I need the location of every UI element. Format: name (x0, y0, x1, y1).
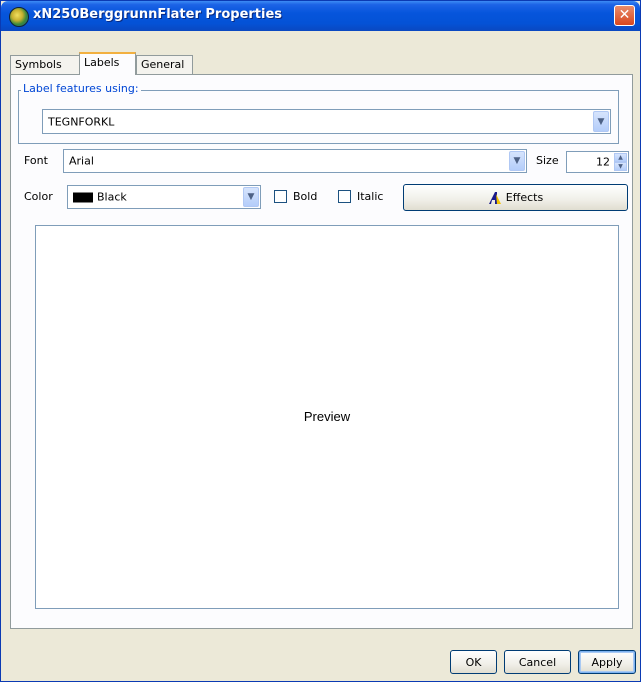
color-swatch (73, 192, 93, 203)
effects-icon (488, 191, 501, 204)
effects-label: Effects (505, 191, 544, 204)
italic-checkbox[interactable] (338, 190, 351, 203)
title-bar[interactable]: xN250BerggrunnFlater Properties ✕ (1, 1, 640, 31)
apply-button[interactable]: Apply (578, 650, 636, 674)
chevron-down-icon[interactable]: ▼ (243, 187, 259, 207)
close-button[interactable]: ✕ (614, 5, 635, 26)
color-value: Black (97, 190, 127, 204)
label-field-dropdown[interactable]: TEGNFORKL ▼ (42, 109, 611, 134)
properties-dialog: xN250BerggrunnFlater Properties ✕ Symbol… (0, 0, 641, 682)
font-dropdown[interactable]: Arial ▼ (63, 149, 527, 173)
color-dropdown[interactable]: Black ▼ (67, 185, 261, 209)
tab-labels[interactable]: Labels (79, 52, 136, 75)
color-value-wrap: Black (73, 191, 127, 204)
size-label: Size (536, 154, 559, 167)
spinner-down-icon[interactable]: ▼ (614, 162, 627, 171)
bold-checkbox[interactable] (274, 190, 287, 203)
font-value: Arial (69, 154, 94, 168)
preview-area: Preview (35, 225, 619, 609)
bold-label: Bold (293, 190, 318, 203)
label-field-value: TEGNFORKL (48, 115, 115, 128)
window-title: xN250BerggrunnFlater Properties (33, 7, 283, 22)
preview-text: Preview (303, 409, 351, 424)
ok-button[interactable]: OK (450, 650, 497, 674)
font-label: Font (24, 154, 48, 167)
color-label: Color (24, 190, 53, 203)
tab-label: Symbols (15, 58, 62, 71)
effects-button[interactable]: Effects (403, 184, 628, 211)
size-spinner[interactable]: 12 ▲ ▼ (566, 151, 629, 173)
tab-label: General (141, 58, 185, 71)
tab-label: Labels (84, 56, 120, 69)
tab-general[interactable]: General (136, 55, 193, 74)
cancel-button[interactable]: Cancel (504, 650, 571, 674)
chevron-down-icon[interactable]: ▼ (593, 111, 609, 132)
spinner-up-icon[interactable]: ▲ (614, 153, 627, 162)
tab-symbols[interactable]: Symbols (10, 55, 80, 74)
italic-label: Italic (357, 190, 384, 203)
size-value: 12 (596, 155, 610, 169)
globe-icon (9, 7, 29, 27)
label-features-group-label: Label features using: (21, 82, 141, 95)
chevron-down-icon[interactable]: ▼ (509, 151, 525, 171)
